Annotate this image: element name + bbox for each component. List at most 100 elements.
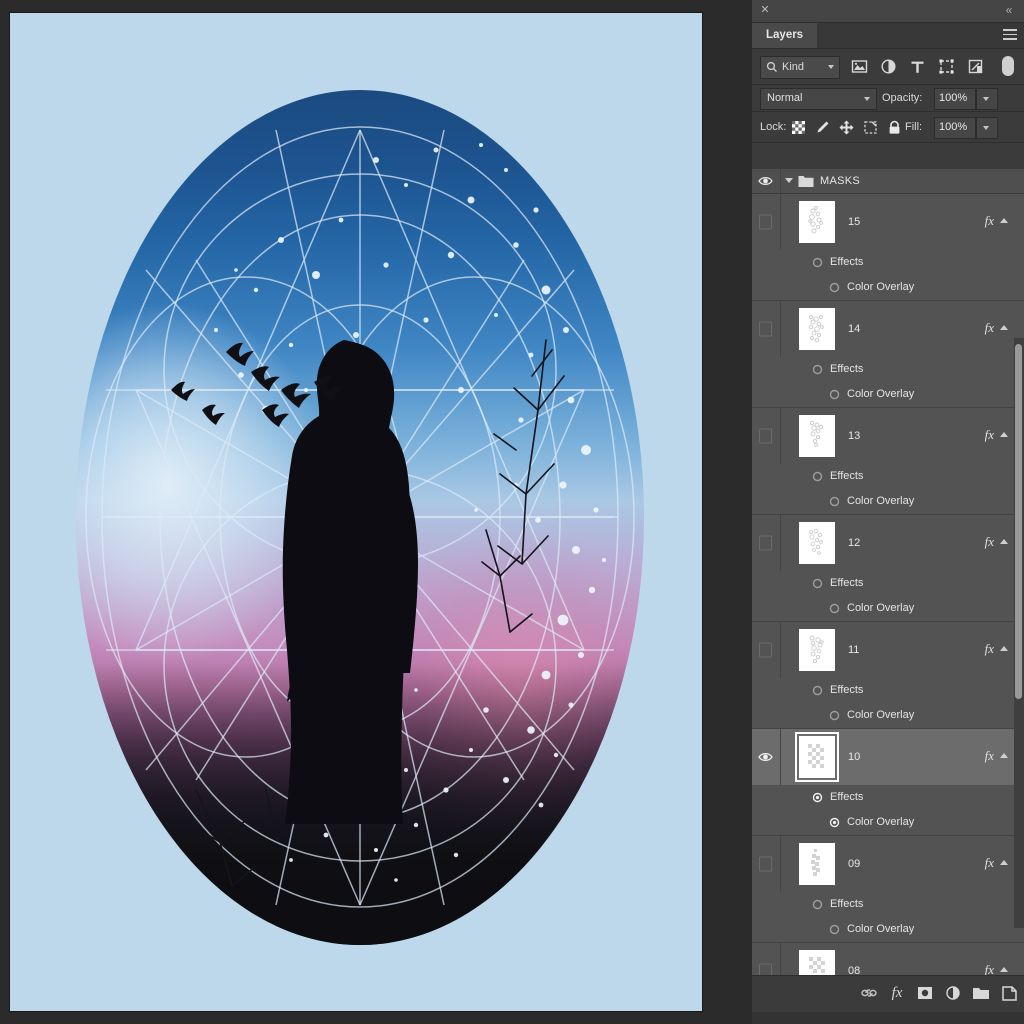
close-icon[interactable]: ✕ — [758, 3, 772, 17]
chevron-up-icon[interactable] — [1000, 432, 1008, 437]
kind-filter-dropdown[interactable]: Kind — [760, 56, 840, 79]
eye-hidden-icon[interactable] — [812, 471, 823, 482]
lock-all-icon[interactable] — [886, 119, 903, 136]
chevron-up-icon[interactable] — [1000, 218, 1008, 223]
fill-stepper[interactable] — [976, 117, 998, 139]
fx-badge-icon[interactable]: fx — [985, 748, 994, 764]
chevron-up-icon[interactable] — [1000, 753, 1008, 758]
eye-visible-icon[interactable] — [812, 792, 823, 803]
eye-hidden-icon[interactable] — [829, 282, 840, 293]
artboard[interactable] — [10, 13, 702, 1011]
new-group-icon[interactable] — [970, 982, 992, 1004]
layer-list[interactable]: MASKS 15 fx Effects Color Overlay 14 fx … — [752, 169, 1024, 976]
chevron-down-icon[interactable] — [785, 178, 793, 183]
eye-visible-icon[interactable] — [758, 751, 773, 764]
link-layers-icon[interactable] — [858, 982, 880, 1004]
chevron-up-icon[interactable] — [1000, 967, 1008, 972]
scrollbar-thumb[interactable] — [1015, 344, 1022, 699]
layer-effects-row[interactable]: Effects — [752, 785, 1024, 810]
fx-badge-icon[interactable]: fx — [985, 641, 994, 657]
opacity-input[interactable]: 100% — [934, 88, 976, 110]
layer-group-masks[interactable]: MASKS — [752, 169, 1024, 194]
layer-effects-row[interactable]: Effects — [752, 250, 1024, 275]
layer-effects-row[interactable]: Effects — [752, 678, 1024, 703]
eye-hidden-icon[interactable] — [829, 710, 840, 721]
table-row[interactable]: 12 fx — [752, 515, 1024, 571]
layer-effect-color-overlay-row[interactable]: Color Overlay — [752, 489, 1024, 515]
fx-badge-icon[interactable]: fx — [985, 534, 994, 550]
layer-effect-color-overlay-row[interactable]: Color Overlay — [752, 596, 1024, 622]
eye-hidden-icon[interactable] — [812, 364, 823, 375]
filter-type-layers-icon[interactable] — [908, 57, 927, 76]
eye-hidden-icon[interactable] — [829, 389, 840, 400]
layer-thumbnail[interactable] — [799, 522, 835, 564]
chevron-up-icon[interactable] — [1000, 325, 1008, 330]
table-row-selected[interactable]: 10 fx — [752, 729, 1024, 785]
fill-input[interactable]: 100% — [934, 117, 976, 139]
tab-layers[interactable]: Layers — [752, 23, 818, 48]
layer-effect-color-overlay-row[interactable]: Color Overlay — [752, 917, 1024, 943]
fx-badge-icon[interactable]: fx — [985, 213, 994, 229]
lock-position-icon[interactable] — [838, 119, 855, 136]
eye-hidden-icon[interactable] — [759, 856, 772, 872]
layer-thumbnail[interactable] — [799, 950, 835, 976]
fx-badge-icon[interactable]: fx — [985, 320, 994, 336]
blend-mode-dropdown[interactable]: Normal — [760, 88, 877, 110]
layer-thumbnail[interactable] — [799, 415, 835, 457]
double-chevron-left-icon[interactable]: « — [1002, 2, 1016, 18]
layer-effect-color-overlay-row[interactable]: Color Overlay — [752, 275, 1024, 301]
layers-panel[interactable]: ✕ « Layers Kind Normal Opacity: 100% Loc… — [752, 0, 1024, 1024]
filter-adjustment-layers-icon[interactable] — [879, 57, 898, 76]
table-row[interactable]: 15 fx — [752, 194, 1024, 250]
eye-hidden-icon[interactable] — [759, 642, 772, 658]
filter-enable-toggle[interactable] — [1002, 56, 1014, 76]
eye-hidden-icon[interactable] — [829, 603, 840, 614]
eye-hidden-icon[interactable] — [759, 535, 772, 551]
table-row[interactable]: 08 fx — [752, 943, 1024, 976]
layer-thumbnail[interactable] — [799, 736, 835, 778]
new-adjustment-layer-icon[interactable] — [942, 982, 964, 1004]
chevron-up-icon[interactable] — [1000, 860, 1008, 865]
table-row[interactable]: 09 fx — [752, 836, 1024, 892]
lock-artboard-nesting-icon[interactable] — [862, 119, 879, 136]
layer-effect-color-overlay-row[interactable]: Color Overlay — [752, 810, 1024, 836]
new-layer-icon[interactable] — [998, 982, 1020, 1004]
eye-visible-icon[interactable] — [758, 175, 773, 188]
table-row[interactable]: 14 fx — [752, 301, 1024, 357]
add-layer-style-fx-icon[interactable]: fx — [886, 982, 908, 1004]
chevron-up-icon[interactable] — [1000, 646, 1008, 651]
layer-thumbnail[interactable] — [799, 201, 835, 243]
eye-hidden-icon[interactable] — [829, 924, 840, 935]
eye-hidden-icon[interactable] — [829, 496, 840, 507]
layer-effect-color-overlay-row[interactable]: Color Overlay — [752, 382, 1024, 408]
opacity-stepper[interactable] — [976, 88, 998, 110]
lock-transparent-pixels-icon[interactable] — [790, 119, 807, 136]
lock-image-pixels-icon[interactable] — [814, 119, 831, 136]
table-row[interactable]: 11 fx — [752, 622, 1024, 678]
eye-hidden-icon[interactable] — [812, 685, 823, 696]
layer-thumbnail[interactable] — [799, 629, 835, 671]
document-canvas-area[interactable] — [0, 0, 752, 1024]
layer-thumbnail[interactable] — [799, 308, 835, 350]
hamburger-menu-icon[interactable] — [1003, 29, 1017, 42]
layer-effect-color-overlay-row[interactable]: Color Overlay — [752, 703, 1024, 729]
eye-visible-icon[interactable] — [829, 817, 840, 828]
filter-pixel-layers-icon[interactable] — [850, 57, 869, 76]
eye-hidden-icon[interactable] — [759, 321, 772, 337]
layer-effects-row[interactable]: Effects — [752, 571, 1024, 596]
fx-badge-icon[interactable]: fx — [985, 855, 994, 871]
eye-hidden-icon[interactable] — [759, 428, 772, 444]
eye-hidden-icon[interactable] — [812, 257, 823, 268]
layer-effects-row[interactable]: Effects — [752, 357, 1024, 382]
fx-badge-icon[interactable]: fx — [985, 962, 994, 976]
layer-list-scrollbar[interactable] — [1014, 338, 1024, 928]
layer-effects-row[interactable]: Effects — [752, 464, 1024, 489]
table-row[interactable]: 13 fx — [752, 408, 1024, 464]
filter-smart-object-layers-icon[interactable] — [966, 57, 985, 76]
eye-hidden-icon[interactable] — [812, 899, 823, 910]
layer-effects-row[interactable]: Effects — [752, 892, 1024, 917]
eye-hidden-icon[interactable] — [812, 578, 823, 589]
fx-badge-icon[interactable]: fx — [985, 427, 994, 443]
add-layer-mask-icon[interactable] — [914, 982, 936, 1004]
layer-thumbnail[interactable] — [799, 843, 835, 885]
